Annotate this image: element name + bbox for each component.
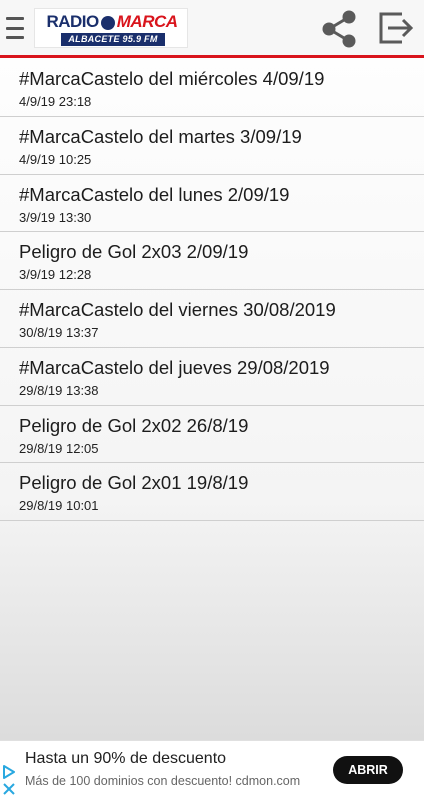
item-title: #MarcaCastelo del miércoles 4/09/19 <box>19 68 325 89</box>
radio-marca-logo: RADIO MARCA ALBACETE 95.9 FM <box>34 8 188 48</box>
item-title: Peligro de Gol 2x01 19/8/19 <box>19 472 249 494</box>
logo-circle-icon <box>100 16 115 30</box>
app-screen: RADIO MARCA ALBACETE 95.9 FM #MarcaCaste… <box>0 0 424 800</box>
item-title: #MarcaCastelo del viernes 30/08/2019 <box>19 299 336 320</box>
logo-station-text: ALBACETE 95.9 FM <box>61 33 165 46</box>
item-title: #MarcaCastelo del lunes 2/09/19 <box>19 183 290 205</box>
logo-wordmark: RADIO MARCA <box>35 11 189 33</box>
item-title: #MarcaCastelo del jueves 29/08/2019 <box>19 356 330 378</box>
adchoices-icon[interactable] <box>2 765 16 779</box>
item-date: 3/9/19 12:28 <box>19 267 92 283</box>
item-date: 3/9/19 13:30 <box>19 209 92 225</box>
list-item[interactable]: #MarcaCastelo del viernes 30/08/2019 30/… <box>0 290 424 348</box>
item-title: Peligro de Gol 2x02 26/8/19 <box>19 414 249 436</box>
ad-banner[interactable]: Hasta un 90% de descuento Más de 100 dom… <box>0 740 424 800</box>
logo-marca-text: MARCA <box>116 12 178 31</box>
exit-icon[interactable] <box>376 8 416 48</box>
item-title: Peligro de Gol 2x03 2/09/19 <box>19 241 249 263</box>
close-icon[interactable] <box>2 782 16 796</box>
ad-subtitle: Más de 100 dominios con descuento! cdmon… <box>25 774 301 788</box>
list-item[interactable]: Peligro de Gol 2x03 2/09/19 3/9/19 12:28 <box>0 232 424 290</box>
logo-radio-text: RADIO <box>46 12 99 31</box>
item-date: 30/8/19 13:37 <box>19 325 99 340</box>
item-date: 4/9/19 10:25 <box>19 151 92 167</box>
item-date: 4/9/19 23:18 <box>19 94 92 109</box>
item-date: 29/8/19 13:38 <box>19 382 99 398</box>
app-header: RADIO MARCA ALBACETE 95.9 FM <box>0 0 424 58</box>
ad-open-button[interactable]: ABRIR <box>333 756 403 784</box>
podcast-list: #MarcaCastelo del miércoles 4/09/19 4/9/… <box>0 59 424 521</box>
item-title: #MarcaCastelo del martes 3/09/19 <box>19 125 302 147</box>
list-item[interactable]: #MarcaCastelo del jueves 29/08/2019 29/8… <box>0 348 424 406</box>
item-date: 29/8/19 12:05 <box>19 440 99 456</box>
share-icon[interactable] <box>318 8 360 50</box>
list-item[interactable]: Peligro de Gol 2x01 19/8/19 29/8/19 10:0… <box>0 463 424 521</box>
list-item[interactable]: #MarcaCastelo del martes 3/09/19 4/9/19 … <box>0 117 424 175</box>
list-item[interactable]: Peligro de Gol 2x02 26/8/19 29/8/19 12:0… <box>0 406 424 464</box>
item-date: 29/8/19 10:01 <box>19 498 99 514</box>
list-item[interactable]: #MarcaCastelo del miércoles 4/09/19 4/9/… <box>0 59 424 117</box>
ad-title: Hasta un 90% de descuento <box>25 750 227 767</box>
menu-icon[interactable] <box>6 17 26 39</box>
list-item[interactable]: #MarcaCastelo del lunes 2/09/19 3/9/19 1… <box>0 175 424 233</box>
